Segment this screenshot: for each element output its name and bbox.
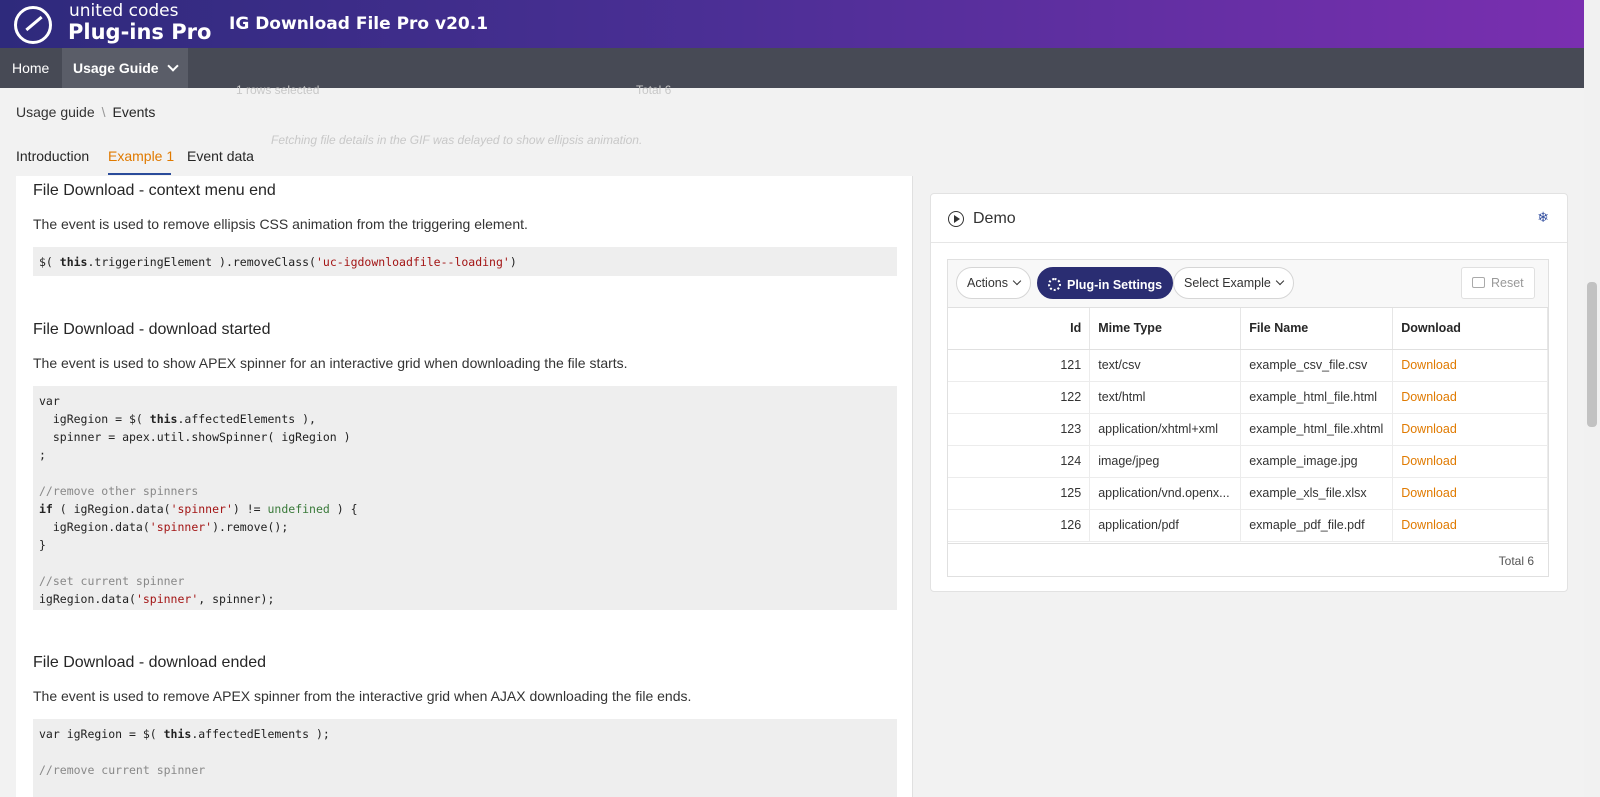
cell-file-name[interactable]: example_xls_file.xlsx — [1240, 477, 1394, 510]
plugin-settings-button[interactable]: Plug-in Settings — [1037, 267, 1174, 299]
table-row[interactable]: 124 image/jpeg example_image.jpg Downloa… — [948, 445, 1548, 478]
column-header-id[interactable]: Id — [948, 308, 1091, 350]
cell-file-name[interactable]: example_html_file.html — [1240, 381, 1394, 414]
download-link[interactable]: Download — [1401, 390, 1457, 404]
section-text: The event is used to remove APEX spinner… — [33, 688, 692, 704]
grid-footer: Total 6 — [948, 543, 1548, 576]
cell-file-name[interactable]: exmaple_pdf_file.pdf — [1240, 509, 1394, 542]
cell-download[interactable]: Download — [1392, 381, 1548, 414]
section-text: The event is used to remove ellipsis CSS… — [33, 216, 528, 232]
breadcrumb: Usage guide \ Events — [16, 104, 155, 120]
column-header-mime-type[interactable]: Mime Type — [1089, 308, 1242, 350]
cell-id[interactable]: 126 — [948, 509, 1091, 542]
table-header-row: Id Mime Type File Name Download — [948, 308, 1548, 350]
ghost-total: Total 6 — [636, 83, 672, 97]
chevron-down-icon — [1012, 276, 1022, 286]
column-header-file-name[interactable]: File Name — [1240, 308, 1394, 350]
nav-usage-guide[interactable]: Usage Guide — [62, 48, 188, 88]
scrollbar-thumb[interactable] — [1587, 282, 1597, 427]
cell-mime-type[interactable]: application/vnd.openx... — [1089, 477, 1242, 510]
cell-file-name[interactable]: example_image.jpg — [1240, 445, 1394, 478]
grid-toolbar: Actions Plug-in Settings Select Example … — [948, 260, 1548, 308]
ghost-gif-note: Fetching file details in the GIF was del… — [271, 133, 643, 147]
gear-icon — [1048, 278, 1061, 291]
reset-button[interactable]: Reset — [1461, 267, 1535, 299]
cell-mime-type[interactable]: application/pdf — [1089, 509, 1242, 542]
code-block: var igRegion = $( this.affectedElements … — [33, 386, 897, 610]
nav-usage-guide-label: Usage Guide — [73, 60, 159, 76]
cell-mime-type[interactable]: text/csv — [1089, 349, 1242, 382]
cell-download[interactable]: Download — [1392, 445, 1548, 478]
demo-header: Demo ❄ — [931, 194, 1567, 243]
table-row[interactable]: 125 application/vnd.openx... example_xls… — [948, 477, 1548, 510]
actions-button[interactable]: Actions — [956, 267, 1031, 299]
cell-download[interactable]: Download — [1392, 349, 1548, 382]
nav-home[interactable]: Home — [0, 48, 61, 88]
code-block: $( this.triggeringElement ).removeClass(… — [33, 247, 897, 276]
chevron-down-icon — [1275, 276, 1285, 286]
download-link[interactable]: Download — [1401, 518, 1457, 532]
select-example-label: Select Example — [1184, 276, 1271, 290]
main-nav: Home Usage Guide — [0, 48, 1584, 88]
download-link[interactable]: Download — [1401, 358, 1457, 372]
cell-download[interactable]: Download — [1392, 477, 1548, 510]
page-scrollbar[interactable] — [1584, 0, 1600, 797]
table-row[interactable]: 122 text/html example_html_file.html Dow… — [948, 381, 1548, 414]
cell-id[interactable]: 123 — [948, 413, 1091, 446]
cell-mime-type[interactable]: text/html — [1089, 381, 1242, 414]
app-title: IG Download File Pro v20.1 — [229, 14, 489, 34]
section-text: The event is used to show APEX spinner f… — [33, 355, 628, 371]
reset-icon — [1472, 277, 1485, 288]
main-content: File Download - context menu end The eve… — [16, 176, 913, 797]
table-row[interactable]: 123 application/xhtml+xml example_html_f… — [948, 413, 1548, 446]
tab-event-data[interactable]: Event data — [187, 148, 254, 164]
brand-name-small: united codes — [69, 1, 179, 21]
ghost-rows-selected: 1 rows selected — [236, 83, 320, 97]
table-row[interactable]: 126 application/pdf exmaple_pdf_file.pdf… — [948, 509, 1548, 542]
cell-download[interactable]: Download — [1392, 413, 1548, 446]
download-link[interactable]: Download — [1401, 454, 1457, 468]
breadcrumb-current: Events — [112, 104, 156, 120]
cell-mime-type[interactable]: image/jpeg — [1089, 445, 1242, 478]
cell-file-name[interactable]: example_csv_file.csv — [1240, 349, 1394, 382]
cell-id[interactable]: 125 — [948, 477, 1091, 510]
cell-mime-type[interactable]: application/xhtml+xml — [1089, 413, 1242, 446]
reset-label: Reset — [1491, 276, 1524, 290]
cell-file-name[interactable]: example_html_file.xhtml — [1240, 413, 1394, 446]
chevron-down-icon — [166, 60, 179, 72]
cell-id[interactable]: 121 — [948, 349, 1091, 382]
active-tab-indicator — [108, 173, 171, 175]
brand-name-big[interactable]: Plug-ins Pro — [68, 19, 211, 45]
table-row[interactable]: 121 text/csv example_csv_file.csv Downlo… — [948, 349, 1548, 382]
app-header: united codes Plug-ins Pro IG Download Fi… — [0, 0, 1584, 48]
section-title: File Download - download ended — [33, 654, 267, 671]
cell-id[interactable]: 122 — [948, 381, 1091, 414]
column-header-download[interactable]: Download — [1392, 308, 1548, 350]
section-title: File Download - download started — [33, 321, 271, 338]
grid-total-count: Total 6 — [1498, 554, 1534, 568]
play-circle-icon — [948, 211, 964, 227]
actions-label: Actions — [967, 276, 1008, 290]
download-link[interactable]: Download — [1401, 486, 1457, 500]
cell-download[interactable]: Download — [1392, 509, 1548, 542]
interactive-grid: Actions Plug-in Settings Select Example … — [947, 259, 1549, 577]
tab-example-1[interactable]: Example 1 — [108, 148, 174, 164]
breadcrumb-separator: \ — [101, 104, 106, 120]
snowflake-icon[interactable]: ❄ — [1537, 209, 1549, 226]
tab-introduction[interactable]: Introduction — [16, 148, 89, 164]
demo-title: Demo — [973, 210, 1016, 227]
demo-region: Demo ❄ Actions Plug-in Settings Select E… — [930, 193, 1568, 592]
grid-table: Id Mime Type File Name Download 121 text… — [948, 308, 1548, 542]
united-codes-logo-icon[interactable] — [14, 6, 52, 44]
plugin-settings-label: Plug-in Settings — [1067, 278, 1163, 292]
section-title: File Download - context menu end — [33, 182, 276, 199]
breadcrumb-usage-guide[interactable]: Usage guide — [16, 104, 95, 120]
download-link[interactable]: Download — [1401, 422, 1457, 436]
cell-id[interactable]: 124 — [948, 445, 1091, 478]
code-block: var igRegion = $( this.affectedElements … — [33, 719, 897, 797]
select-example-button[interactable]: Select Example — [1173, 267, 1294, 299]
